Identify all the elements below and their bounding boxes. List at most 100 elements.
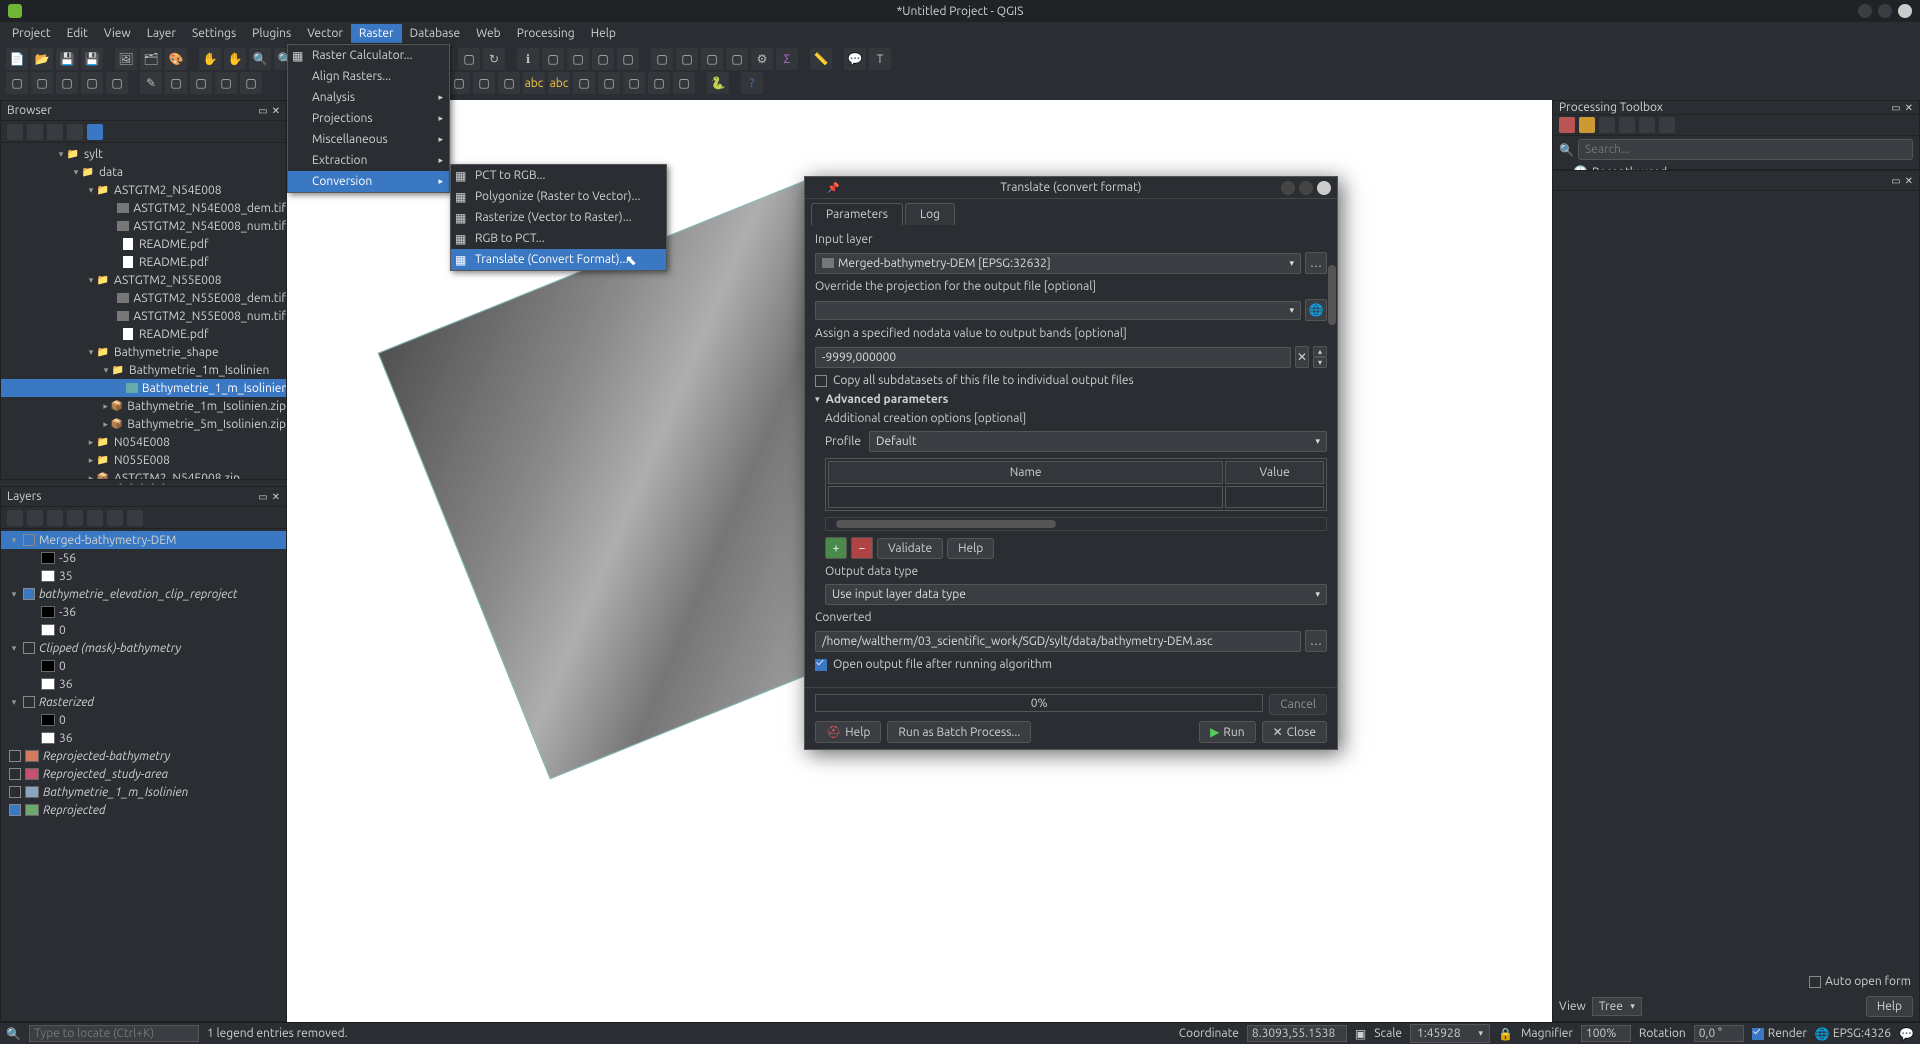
- extents-icon[interactable]: ▣: [1355, 1027, 1366, 1041]
- browser-item[interactable]: ASTGTM2_N55E008_dem.tif: [1, 289, 286, 307]
- layer-item[interactable]: Reprojected_study-area: [1, 765, 286, 783]
- layers-tree[interactable]: ▾Merged-bathymetry-DEM-5635▾bathymetrie_…: [1, 529, 286, 1021]
- dialog-titlebar[interactable]: 📌 Translate (convert format): [805, 177, 1337, 199]
- browser-item[interactable]: ▾📁Bathymetrie_1m_Isolinien: [1, 361, 286, 379]
- toolbar-icon[interactable]: ▢: [726, 48, 748, 70]
- open-project-icon[interactable]: 📂: [31, 48, 53, 70]
- view-combo[interactable]: Tree▾: [1592, 997, 1642, 1016]
- browser-item[interactable]: README.pdf: [1, 325, 286, 343]
- browser-item[interactable]: ▾📁sylt: [1, 145, 286, 163]
- toolbar-icon[interactable]: ▢: [701, 48, 723, 70]
- identify-icon[interactable]: ℹ: [517, 48, 539, 70]
- toolbar-icon[interactable]: ▢: [617, 48, 639, 70]
- browser-filter-icon[interactable]: [47, 124, 63, 140]
- toolbar-icon[interactable]: ▢: [651, 48, 673, 70]
- browser-refresh-icon[interactable]: [27, 124, 43, 140]
- toolbox-search-input[interactable]: [1578, 139, 1913, 160]
- edit-icon[interactable]: ✎: [140, 72, 162, 94]
- browser-item[interactable]: ▸📁N055E008: [1, 451, 286, 469]
- align-rasters-item[interactable]: Align Rasters...: [288, 66, 449, 87]
- browser-item[interactable]: ASTGTM2_N54E008_num.tif: [1, 217, 286, 235]
- toolbar-icon[interactable]: ⚙: [751, 48, 773, 70]
- label-icon[interactable]: abc: [548, 72, 570, 94]
- panel-float-icon[interactable]: ▭: [1891, 102, 1900, 114]
- extraction-item[interactable]: Extraction▸: [288, 150, 449, 171]
- panel-float-icon[interactable]: ▭: [1891, 175, 1900, 187]
- layer-item[interactable]: 0: [1, 621, 286, 639]
- sigma-icon[interactable]: Σ: [776, 48, 798, 70]
- toolbar-icon[interactable]: ▢: [648, 72, 670, 94]
- toolbox-options-icon[interactable]: [1659, 117, 1675, 133]
- input-layer-combo[interactable]: Merged-bathymetry-DEM [EPSG:32632] ▾: [815, 253, 1301, 274]
- messages-icon[interactable]: 💬: [1899, 1027, 1914, 1041]
- dialog-maximize-button[interactable]: [1299, 181, 1313, 195]
- dialog-close-button[interactable]: [1317, 181, 1331, 195]
- toolbar-icon[interactable]: ▢: [56, 72, 78, 94]
- layer-item[interactable]: 35: [1, 567, 286, 585]
- profile-combo[interactable]: Default▾: [869, 431, 1327, 452]
- layer-item[interactable]: ▾Clipped (mask)-bathymetry: [1, 639, 286, 657]
- spin-up-button[interactable]: ▴: [1313, 346, 1327, 357]
- override-proj-combo[interactable]: ▾: [815, 301, 1301, 320]
- pan-icon[interactable]: ✋: [199, 48, 221, 70]
- add-raster-icon[interactable]: ▢: [31, 72, 53, 94]
- refresh-icon[interactable]: ↻: [483, 48, 505, 70]
- toolbox-edit-icon[interactable]: [1639, 117, 1655, 133]
- layer-item[interactable]: 36: [1, 675, 286, 693]
- rasterize-item[interactable]: ▦Rasterize (Vector to Raster)...: [451, 207, 666, 228]
- panel-close-icon[interactable]: ✕: [272, 105, 280, 117]
- menu-database[interactable]: Database: [402, 24, 469, 43]
- help-icon[interactable]: ?: [741, 72, 763, 94]
- pct-to-rgb-item[interactable]: ▦PCT to RGB...: [451, 165, 666, 186]
- toolbar-icon[interactable]: ▢: [458, 48, 480, 70]
- magnifier-input[interactable]: [1581, 1025, 1631, 1042]
- layers-visibility-icon[interactable]: [47, 510, 63, 526]
- panel-close-icon[interactable]: ✕: [272, 491, 280, 503]
- layers-remove-icon[interactable]: [127, 510, 143, 526]
- toolbar-icon[interactable]: ▢: [573, 72, 595, 94]
- browser-add-icon[interactable]: [7, 124, 23, 140]
- projections-item[interactable]: Projections▸: [288, 108, 449, 129]
- dialog-scrollbar[interactable]: [1327, 225, 1337, 687]
- crs-picker-button[interactable]: 🌐: [1305, 299, 1327, 321]
- browser-item[interactable]: ▾📁ASTGTM2_N55E008: [1, 271, 286, 289]
- layer-item[interactable]: 36: [1, 729, 286, 747]
- browser-item[interactable]: ASTGTM2_N54E008_dem.tif: [1, 199, 286, 217]
- menu-project[interactable]: Project: [4, 24, 59, 43]
- nodata-input[interactable]: [815, 347, 1291, 368]
- layer-item[interactable]: ▾bathymetrie_elevation_clip_reproject: [1, 585, 286, 603]
- layers-filter-icon[interactable]: [67, 510, 83, 526]
- toolbar-icon[interactable]: ▢: [106, 72, 128, 94]
- menu-view[interactable]: View: [96, 24, 139, 43]
- toolbar-icon[interactable]: ▢: [623, 72, 645, 94]
- translate-item[interactable]: ▦Translate (Convert Format)...: [451, 249, 666, 270]
- pin-icon[interactable]: 📌: [827, 182, 839, 194]
- menu-settings[interactable]: Settings: [184, 24, 244, 43]
- layers-collapse-icon[interactable]: [107, 510, 123, 526]
- table-hscroll[interactable]: [825, 517, 1327, 531]
- pan-selection-icon[interactable]: ✋: [224, 48, 246, 70]
- raster-calculator-item[interactable]: ▦Raster Calculator...: [288, 45, 449, 66]
- cancel-button[interactable]: Cancel: [1269, 694, 1327, 715]
- output-type-combo[interactable]: Use input layer data type▾: [825, 584, 1327, 605]
- run-button[interactable]: ▶Run: [1199, 721, 1255, 743]
- toolbar-icon[interactable]: ▢: [542, 48, 564, 70]
- browser-item[interactable]: Bathymetrie_1_m_Isolinien.s: [1, 379, 286, 397]
- toolbox-results-icon[interactable]: [1619, 117, 1635, 133]
- panel-close-icon[interactable]: ✕: [1905, 175, 1913, 187]
- converted-path-input[interactable]: [815, 631, 1301, 652]
- toolbox-icon[interactable]: [1559, 117, 1575, 133]
- toolbar-icon[interactable]: ▢: [81, 72, 103, 94]
- toolbar-icon[interactable]: ▢: [673, 72, 695, 94]
- toolbar-icon[interactable]: ▢: [473, 72, 495, 94]
- layer-item[interactable]: 0: [1, 657, 286, 675]
- clear-icon[interactable]: ✕: [1295, 346, 1309, 368]
- input-layer-browse-button[interactable]: …: [1305, 252, 1327, 274]
- browser-tree[interactable]: ▾📁sylt▾📁data▾📁ASTGTM2_N54E008ASTGTM2_N54…: [1, 143, 286, 479]
- advanced-params-toggle[interactable]: ▾ Advanced parameters: [815, 393, 1327, 406]
- browser-item[interactable]: ▸📦Bathymetrie_5m_Isolinien.zip: [1, 415, 286, 433]
- layers-expand-icon[interactable]: [87, 510, 103, 526]
- toolbar-icon[interactable]: ▢: [240, 72, 262, 94]
- layers-style-icon[interactable]: [7, 510, 23, 526]
- panel-float-icon[interactable]: ▭: [258, 491, 267, 503]
